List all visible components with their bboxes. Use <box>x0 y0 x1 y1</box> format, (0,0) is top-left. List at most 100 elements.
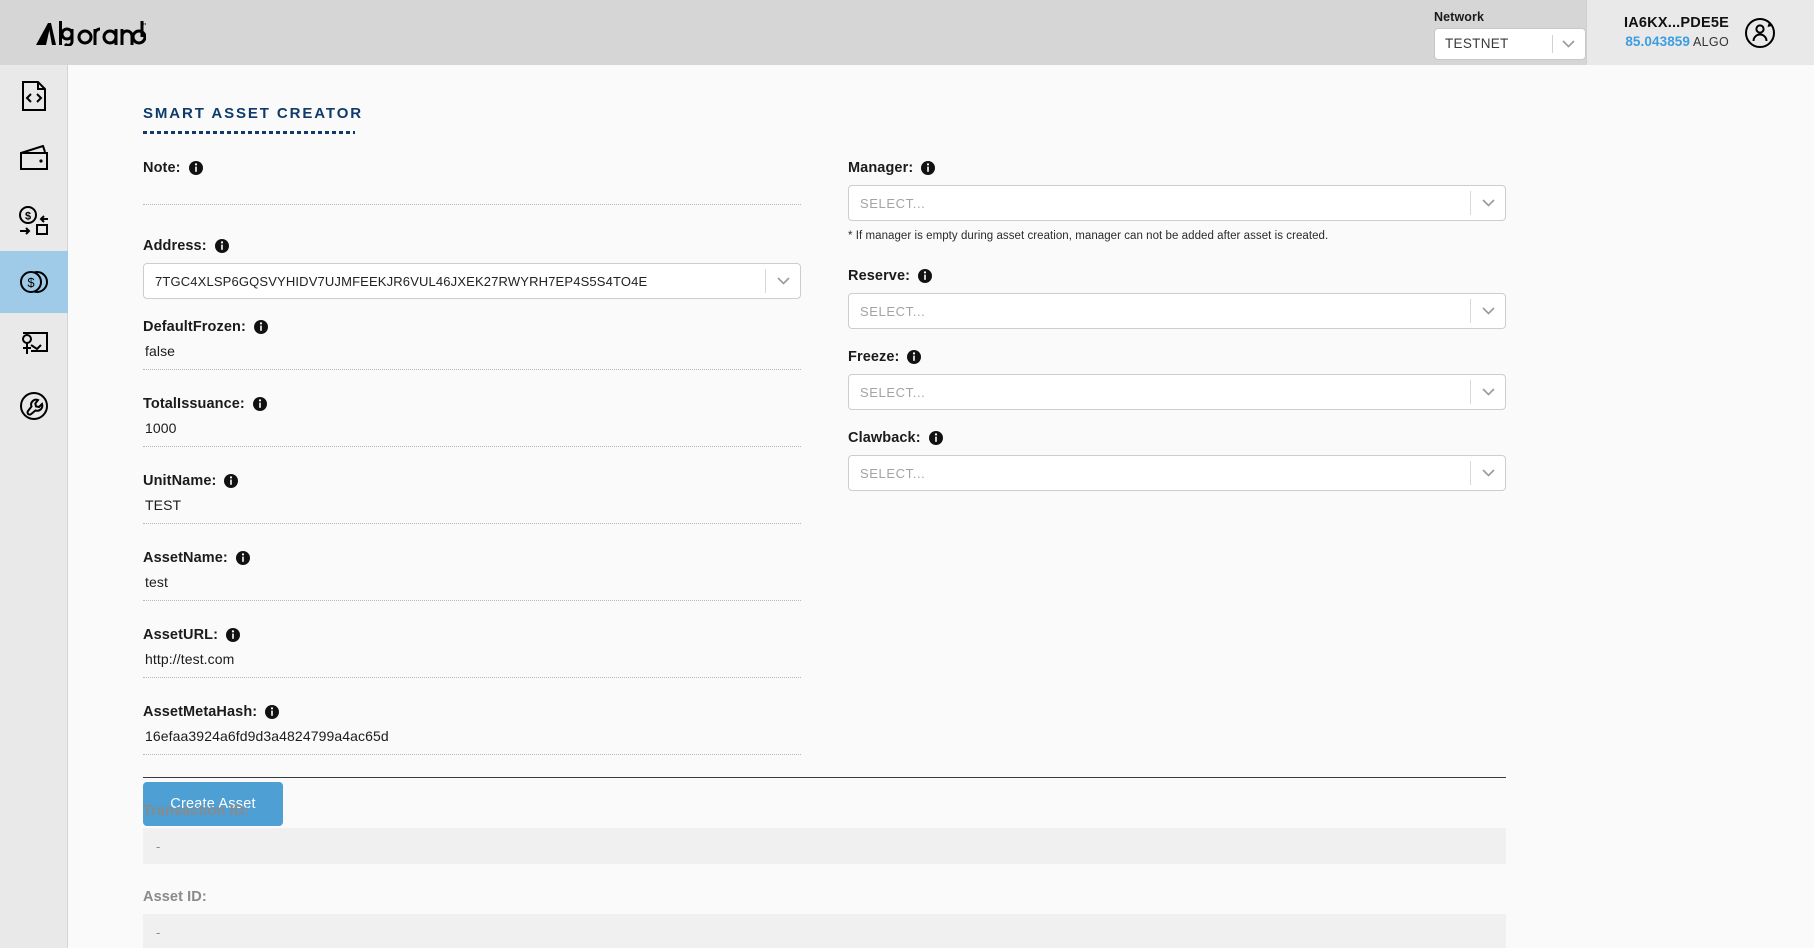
sidebar-item-code-file[interactable] <box>0 65 68 127</box>
field-asseturl-label: AssetURL: <box>143 627 801 643</box>
chevron-down-icon[interactable] <box>1481 186 1495 220</box>
network-value: TESTNET <box>1435 36 1509 51</box>
chevron-down-icon[interactable] <box>1481 375 1495 409</box>
field-asseturl: AssetURL: http://test.com <box>143 627 801 678</box>
field-assetmetahash-label-text: AssetMetaHash: <box>143 704 257 720</box>
field-freeze-label: Freeze: <box>848 349 1506 365</box>
field-assetmetahash-label: AssetMetaHash: <box>143 704 801 720</box>
field-assetname: AssetName: test <box>143 550 801 601</box>
info-icon[interactable] <box>907 350 921 364</box>
page-title: SMART ASSET CREATOR <box>143 105 363 122</box>
main-content: SMART ASSET CREATOR Note: Address: <box>68 65 1814 948</box>
chevron-down-icon[interactable] <box>1561 29 1575 59</box>
info-icon[interactable] <box>189 161 203 175</box>
reserve-divider <box>1470 299 1471 323</box>
account-balance-unit: ALGO <box>1693 35 1729 49</box>
clawback-divider <box>1470 461 1471 485</box>
field-totalissuance-row[interactable]: 1000 <box>143 420 801 447</box>
field-clawback: Clawback: SELECT... <box>848 430 1506 491</box>
field-unitname-label-text: UnitName: <box>143 473 216 489</box>
info-icon[interactable] <box>929 431 943 445</box>
chevron-down-icon[interactable] <box>1481 294 1495 328</box>
network-dropdown[interactable]: TESTNET <box>1434 28 1586 60</box>
info-icon[interactable] <box>253 397 267 411</box>
field-note-value[interactable] <box>143 205 801 224</box>
chevron-down-icon[interactable] <box>776 264 790 298</box>
transaction-id-label: Transaction ID: <box>143 803 1506 819</box>
field-unitname: UnitName: TEST <box>143 473 801 524</box>
wallet-icon <box>19 145 49 171</box>
info-icon[interactable] <box>918 269 932 283</box>
reserve-placeholder: SELECT... <box>849 304 925 319</box>
network-selector[interactable]: Network TESTNET <box>1434 0 1586 65</box>
account-area[interactable]: IA6KX...PDE5E 85.043859ALGO <box>1586 0 1814 65</box>
svg-text:$: $ <box>27 275 35 290</box>
sidebar-item-wallet[interactable] <box>0 127 68 189</box>
manager-placeholder: SELECT... <box>849 196 925 211</box>
title-underline <box>143 131 355 134</box>
chevron-down-icon[interactable] <box>1481 456 1495 490</box>
asset-id-label: Asset ID: <box>143 889 1506 905</box>
info-icon[interactable] <box>236 551 250 565</box>
field-defaultfrozen-row[interactable]: false <box>143 343 801 370</box>
field-reserve-label-text: Reserve: <box>848 268 910 284</box>
field-address-label-text: Address: <box>143 238 207 254</box>
sidebar-item-tools[interactable] <box>0 375 68 437</box>
field-assetmetahash-value: 16efaa3924a6fd9d3a4824799a4ac65d <box>143 728 801 747</box>
address-dropdown[interactable]: 7TGC4XLSP6GQSVYHIDV7UJMFEEKJR6VUL46JXEK2… <box>143 263 801 299</box>
freeze-dropdown[interactable]: SELECT... <box>848 374 1506 410</box>
field-defaultfrozen: DefaultFrozen: false <box>143 319 801 370</box>
field-asseturl-label-text: AssetURL: <box>143 627 218 643</box>
field-asseturl-value: http://test.com <box>143 651 801 670</box>
transaction-id-value: - <box>143 828 1506 864</box>
svg-text:$: $ <box>25 211 31 223</box>
brand-logo[interactable]: ™ <box>0 0 1434 65</box>
coins-icon: $ <box>19 268 49 296</box>
field-address: Address: 7TGC4XLSP6GQSVYHIDV7UJMFEEKJR6V… <box>143 238 801 299</box>
field-assetname-value: test <box>143 574 801 593</box>
field-assetmetahash-row[interactable]: 16efaa3924a6fd9d3a4824799a4ac65d <box>143 728 801 755</box>
freeze-divider <box>1470 380 1471 404</box>
info-icon[interactable] <box>265 705 279 719</box>
field-asseturl-row[interactable]: http://test.com <box>143 651 801 678</box>
account-balance: 85.043859 <box>1625 34 1690 49</box>
field-defaultfrozen-value: false <box>143 343 801 362</box>
field-totalissuance-label-text: TotalIssuance: <box>143 396 245 412</box>
svg-text:™: ™ <box>142 22 146 29</box>
field-manager-label-text: Manager: <box>848 160 913 176</box>
info-icon[interactable] <box>226 628 240 642</box>
info-icon[interactable] <box>224 474 238 488</box>
field-manager-label: Manager: <box>848 160 1506 176</box>
asset-id-value: - <box>143 914 1506 948</box>
manager-divider <box>1470 191 1471 215</box>
field-totalissuance-value: 1000 <box>143 420 801 439</box>
sidebar: $ $ <box>0 65 68 948</box>
sidebar-item-assets[interactable]: $ <box>0 251 68 313</box>
field-clawback-label-text: Clawback: <box>848 430 921 446</box>
clawback-dropdown[interactable]: SELECT... <box>848 455 1506 491</box>
field-freeze: Freeze: SELECT... <box>848 349 1506 410</box>
info-icon[interactable] <box>254 320 268 334</box>
right-form-column: Manager: SELECT... * If manager is empty… <box>848 160 1506 491</box>
sidebar-item-contract[interactable] <box>0 313 68 375</box>
field-unitname-value: TEST <box>143 497 801 516</box>
code-file-icon <box>21 81 47 111</box>
account-address: IA6KX...PDE5E <box>1624 14 1729 34</box>
field-assetname-row[interactable]: test <box>143 574 801 601</box>
results-section: Transaction ID: - Asset ID: - <box>143 803 1506 948</box>
info-icon[interactable] <box>215 239 229 253</box>
reserve-dropdown[interactable]: SELECT... <box>848 293 1506 329</box>
field-reserve-label: Reserve: <box>848 268 1506 284</box>
freeze-placeholder: SELECT... <box>849 385 925 400</box>
sidebar-item-transfer-asset[interactable]: $ <box>0 189 68 251</box>
field-totalissuance-label: TotalIssuance: <box>143 396 801 412</box>
account-avatar-icon[interactable] <box>1743 16 1777 50</box>
field-unitname-row[interactable]: TEST <box>143 497 801 524</box>
contract-icon <box>19 331 49 357</box>
field-note-label: Note: <box>143 160 801 176</box>
manager-dropdown[interactable]: SELECT... <box>848 185 1506 221</box>
network-divider <box>1552 35 1553 53</box>
transfer-asset-icon: $ <box>18 205 50 235</box>
info-icon[interactable] <box>921 161 935 175</box>
field-reserve: Reserve: SELECT... <box>848 268 1506 329</box>
